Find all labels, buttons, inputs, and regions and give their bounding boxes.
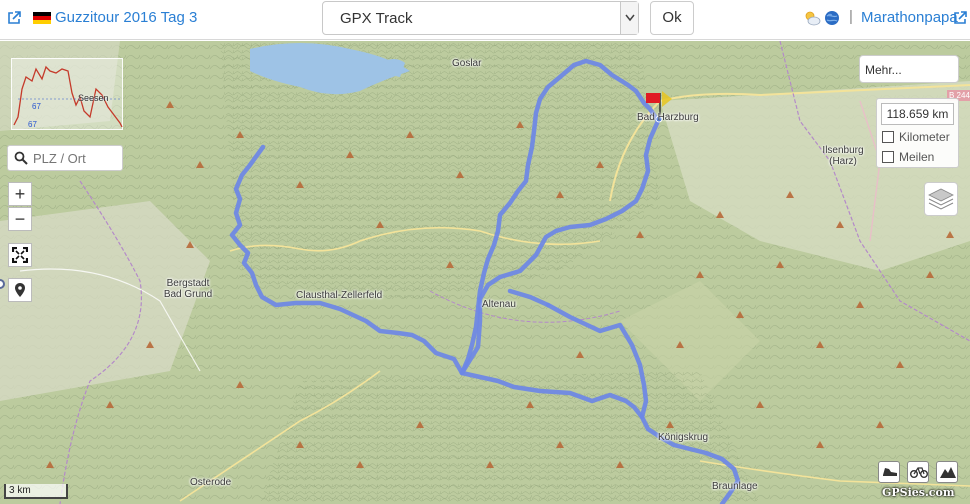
topographic-map (0, 41, 970, 504)
unit-miles-option[interactable]: Meilen (882, 150, 934, 164)
elevation-mode-button[interactable] (936, 461, 958, 483)
elevation-town-label: Seesen (78, 93, 109, 103)
place-label: Braunlage (712, 481, 758, 492)
user-profile-link[interactable]: Marathonpapa (861, 9, 958, 26)
zoom-in-button[interactable]: + (8, 182, 32, 206)
elevation-profile[interactable]: 67 67 Seesen (11, 58, 123, 130)
place-search[interactable] (7, 145, 123, 171)
place-label: Königskrug (658, 432, 709, 443)
place-label: Altenau (482, 299, 516, 310)
track-title-link[interactable]: Guzzitour 2016 Tag 3 (55, 9, 197, 26)
kilometer-checkbox[interactable] (882, 131, 894, 143)
layers-button[interactable] (924, 182, 958, 216)
map-pin-icon (15, 283, 25, 297)
miles-label: Meilen (899, 150, 935, 164)
layers-icon (928, 188, 954, 210)
globe-icon[interactable] (824, 10, 840, 26)
top-bar: Guzzitour 2016 Tag 3 GPX Track Ok | Mara… (0, 0, 970, 40)
ok-button[interactable]: Ok (650, 1, 694, 35)
miles-checkbox[interactable] (882, 151, 894, 163)
distance-panel: 118.659 km Kilometer Meilen (876, 98, 959, 168)
search-icon (14, 151, 28, 165)
external-link-icon[interactable] (953, 11, 967, 25)
unit-kilometer-option[interactable]: Kilometer (882, 130, 950, 144)
shoe-icon (883, 468, 897, 476)
elevation-label: 67 (32, 102, 41, 111)
weather-icon[interactable] (803, 10, 821, 26)
chevron-down-icon[interactable] (620, 2, 638, 34)
place-label: Clausthal-Zellerfeld (296, 290, 383, 301)
locate-button[interactable] (8, 278, 32, 302)
fullscreen-button[interactable] (8, 243, 32, 267)
search-input[interactable] (33, 149, 119, 167)
bike-mode-button[interactable] (907, 461, 929, 483)
map-scale: 3 km (4, 484, 68, 499)
bicycle-icon (910, 467, 928, 478)
fullscreen-icon (11, 246, 29, 264)
brand-label: GPSies.com (882, 486, 955, 499)
total-distance: 118.659 km (881, 103, 954, 125)
place-label: Bergstadt Bad Grund (163, 278, 213, 300)
place-label: Bad Harzburg (637, 112, 699, 123)
germany-flag-icon (33, 12, 51, 24)
external-link-icon[interactable] (7, 11, 21, 25)
place-label: Osterode (190, 477, 232, 488)
elevation-label: 67 (28, 120, 37, 129)
separator: | (849, 8, 853, 25)
zoom-out-button[interactable]: − (8, 207, 32, 231)
place-label: Goslar (452, 58, 482, 69)
place-label: Ilsenburg (Harz) (822, 145, 864, 167)
hiking-mode-button[interactable] (878, 461, 900, 483)
more-menu-button[interactable]: Mehr... (859, 55, 959, 83)
mountain-icon (940, 467, 956, 478)
track-format-select[interactable]: GPX Track (322, 1, 639, 35)
track-format-value: GPX Track (340, 10, 413, 27)
map-view[interactable]: Goslar Bad Harzburg Ilsenburg (Harz) Ber… (0, 41, 970, 504)
kilometer-label: Kilometer (899, 130, 950, 144)
